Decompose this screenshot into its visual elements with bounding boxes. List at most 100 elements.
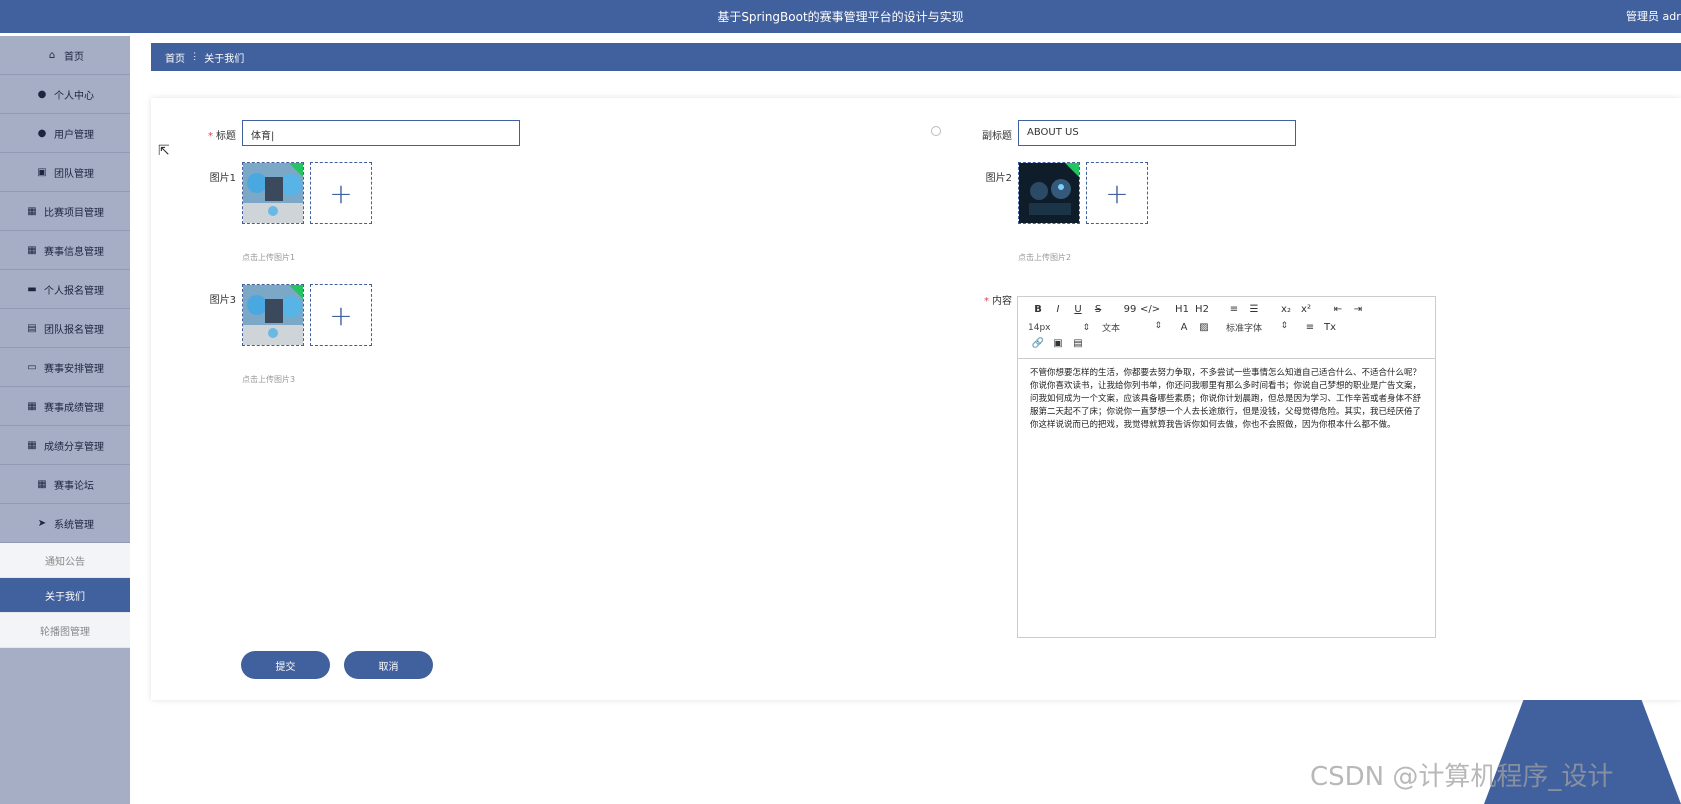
sidebar-item-label: 用户管理 bbox=[54, 129, 94, 141]
image2-upload-button[interactable]: + bbox=[1086, 162, 1148, 224]
submit-button[interactable]: 提交 bbox=[241, 651, 330, 679]
sidebar-item[interactable]: ▤ 团队报名管理 bbox=[0, 309, 130, 348]
sidebar-item[interactable]: ▬ 个人报名管理 bbox=[0, 270, 130, 309]
image2-label: 图片2 bbox=[985, 173, 1012, 184]
sidebar-item[interactable]: ▦ 比赛项目管理 bbox=[0, 192, 130, 231]
sidebar-item-label: 个人中心 bbox=[54, 90, 94, 102]
user-icon: ● bbox=[37, 88, 47, 100]
sidebar-item[interactable]: ▦ 赛事信息管理 bbox=[0, 231, 130, 270]
text-style-select[interactable]: 文本 ⇕ bbox=[1102, 321, 1162, 334]
sidebar-item-label: 赛事成绩管理 bbox=[44, 402, 104, 414]
sidebar-item-label: 成绩分享管理 bbox=[44, 441, 104, 453]
bullet-list-icon[interactable]: ☰ bbox=[1244, 304, 1264, 315]
h1-icon[interactable]: H1 bbox=[1172, 304, 1192, 315]
h2-icon[interactable]: H2 bbox=[1192, 304, 1212, 315]
sidebar-item[interactable]: ▣ 团队管理 bbox=[0, 153, 130, 192]
chart-icon: ▣ bbox=[37, 166, 47, 178]
breadcrumb-current: 关于我们 bbox=[204, 53, 245, 65]
top-header: 基于SpringBoot的赛事管理平台的设计与实现 管理员 adr bbox=[0, 0, 1681, 33]
monitor-icon: ▭ bbox=[27, 361, 37, 373]
link-icon[interactable]: 🔗 bbox=[1028, 338, 1048, 349]
video-icon[interactable]: ▤ bbox=[1068, 338, 1088, 349]
editor-content[interactable]: 不管你想要怎样的生活，你都要去努力争取，不多尝试一些事情怎么知道自己适合什么、不… bbox=[1018, 359, 1435, 440]
sidebar-item-label: 赛事安排管理 bbox=[44, 363, 104, 375]
font-family-select[interactable]: 标准字体 ⇕ bbox=[1226, 321, 1288, 334]
breadcrumb: 首页 ⵗ 关于我们 bbox=[151, 43, 1681, 71]
clipboard-icon: ▤ bbox=[27, 322, 37, 334]
clear-format-icon[interactable]: Tx bbox=[1320, 322, 1340, 333]
sidebar-item[interactable]: ▭ 赛事安排管理 bbox=[0, 348, 130, 387]
outdent-icon[interactable]: ⇤ bbox=[1328, 304, 1348, 315]
breadcrumb-home[interactable]: 首页 bbox=[165, 50, 185, 65]
underline-icon[interactable]: U bbox=[1068, 304, 1088, 315]
image1-upload-button[interactable]: + bbox=[310, 162, 372, 224]
app-title: 基于SpringBoot的赛事管理平台的设计与实现 bbox=[717, 10, 964, 24]
image1-preview[interactable] bbox=[242, 162, 304, 224]
title-input[interactable]: 体育| bbox=[242, 120, 520, 146]
image1-label: 图片1 bbox=[209, 173, 236, 184]
indent-icon[interactable]: ⇥ bbox=[1348, 304, 1368, 315]
user-icon: ● bbox=[37, 127, 47, 139]
image3-hint: 点击上传图片3 bbox=[242, 375, 296, 384]
editor-toolbar: B I U S 99 </> H1 H2 ≡ ☰ x₂ x² ⇤ ⇥ 14px ⇕ 文本 ⇕ A ▨ 标准字体… bbox=[1018, 297, 1435, 359]
sidebar-item-label: 团队报名管理 bbox=[44, 324, 104, 336]
sidebar-item-label: 比赛项目管理 bbox=[44, 207, 104, 219]
image3-upload-button[interactable]: + bbox=[310, 284, 372, 346]
image3-label: 图片3 bbox=[209, 295, 236, 306]
grid-icon: ▦ bbox=[27, 439, 37, 451]
image-icon[interactable]: ▣ bbox=[1048, 338, 1068, 349]
sidebar-item[interactable]: ➤ 系统管理 bbox=[0, 504, 130, 543]
sidebar-item[interactable]: ▦ 成绩分享管理 bbox=[0, 426, 130, 465]
rich-text-editor[interactable]: B I U S 99 </> H1 H2 ≡ ☰ x₂ x² ⇤ ⇥ 14px ⇕ 文本 ⇕ A ▨ 标准字体… bbox=[1017, 296, 1436, 638]
strike-icon[interactable]: S bbox=[1088, 304, 1108, 315]
grid-icon: ▦ bbox=[27, 244, 37, 256]
mouse-cursor-icon: ⇱ bbox=[158, 143, 170, 159]
subtitle-input[interactable]: ABOUT US bbox=[1018, 120, 1296, 146]
sidebar-item[interactable]: ▦ 赛事成绩管理 bbox=[0, 387, 130, 426]
watermark: CSDN @计算机程序_设计 bbox=[1310, 762, 1614, 792]
sidebar-item[interactable]: ⌂ 首页 bbox=[0, 36, 130, 75]
bold-icon[interactable]: B bbox=[1028, 304, 1048, 315]
title-label: * 标题 bbox=[208, 131, 236, 142]
sidebar-subitem[interactable]: 通知公告 bbox=[0, 543, 130, 578]
sidebar-item-label: 个人报名管理 bbox=[44, 285, 104, 297]
image3-preview[interactable] bbox=[242, 284, 304, 346]
align-icon[interactable]: ≡ bbox=[1300, 322, 1320, 333]
italic-icon[interactable]: I bbox=[1048, 304, 1068, 315]
current-user[interactable]: 管理员 adr bbox=[1626, 8, 1681, 24]
grid-icon: ▦ bbox=[27, 205, 37, 217]
image2-preview[interactable] bbox=[1018, 162, 1080, 224]
sidebar-item[interactable]: ● 个人中心 bbox=[0, 75, 130, 114]
send-icon: ➤ bbox=[37, 517, 47, 529]
font-size-select[interactable]: 14px ⇕ bbox=[1028, 323, 1090, 333]
sidebar-item-label: 首页 bbox=[64, 51, 84, 63]
grid-icon: ▦ bbox=[27, 400, 37, 412]
sidebar-subitem[interactable]: 关于我们 bbox=[0, 578, 130, 613]
image1-hint: 点击上传图片1 bbox=[242, 253, 296, 262]
sidebar: ⌂ 首页 ● 个人中心 ● 用户管理 ▣ 团队管理 ▦ 比赛项目管理 ▦ 赛事信息管理 ▬ 个人报名管理 ▤… bbox=[0, 36, 130, 804]
sidebar-item-label: 赛事信息管理 bbox=[44, 246, 104, 258]
subtitle-label: 副标题 bbox=[982, 131, 1012, 142]
message-icon: ▬ bbox=[27, 283, 37, 295]
grid-icon: ▦ bbox=[37, 478, 47, 490]
subscript-icon[interactable]: x₂ bbox=[1276, 304, 1296, 315]
form-card bbox=[151, 98, 1681, 700]
sidebar-item[interactable]: ● 用户管理 bbox=[0, 114, 130, 153]
sidebar-item[interactable]: ▦ 赛事论坛 bbox=[0, 465, 130, 504]
image2-hint: 点击上传图片2 bbox=[1018, 253, 1072, 262]
sidebar-item-label: 系统管理 bbox=[54, 519, 94, 531]
home-icon: ⌂ bbox=[48, 49, 56, 61]
sidebar-item-label: 赛事论坛 bbox=[54, 480, 94, 492]
sidebar-subitem[interactable]: 轮播图管理 bbox=[0, 613, 130, 648]
blockquote-icon[interactable]: 99 bbox=[1120, 304, 1140, 315]
sidebar-item-label: 团队管理 bbox=[54, 168, 94, 180]
background-color-icon[interactable]: ▨ bbox=[1194, 322, 1214, 333]
superscript-icon[interactable]: x² bbox=[1296, 304, 1316, 315]
content-label: * 内容 bbox=[984, 296, 1012, 307]
code-icon[interactable]: </> bbox=[1140, 304, 1160, 315]
clear-icon[interactable] bbox=[931, 126, 941, 136]
breadcrumb-separator: ⵗ bbox=[193, 51, 197, 63]
font-color-icon[interactable]: A bbox=[1174, 322, 1194, 333]
ordered-list-icon[interactable]: ≡ bbox=[1224, 304, 1244, 315]
cancel-button[interactable]: 取消 bbox=[344, 651, 433, 679]
